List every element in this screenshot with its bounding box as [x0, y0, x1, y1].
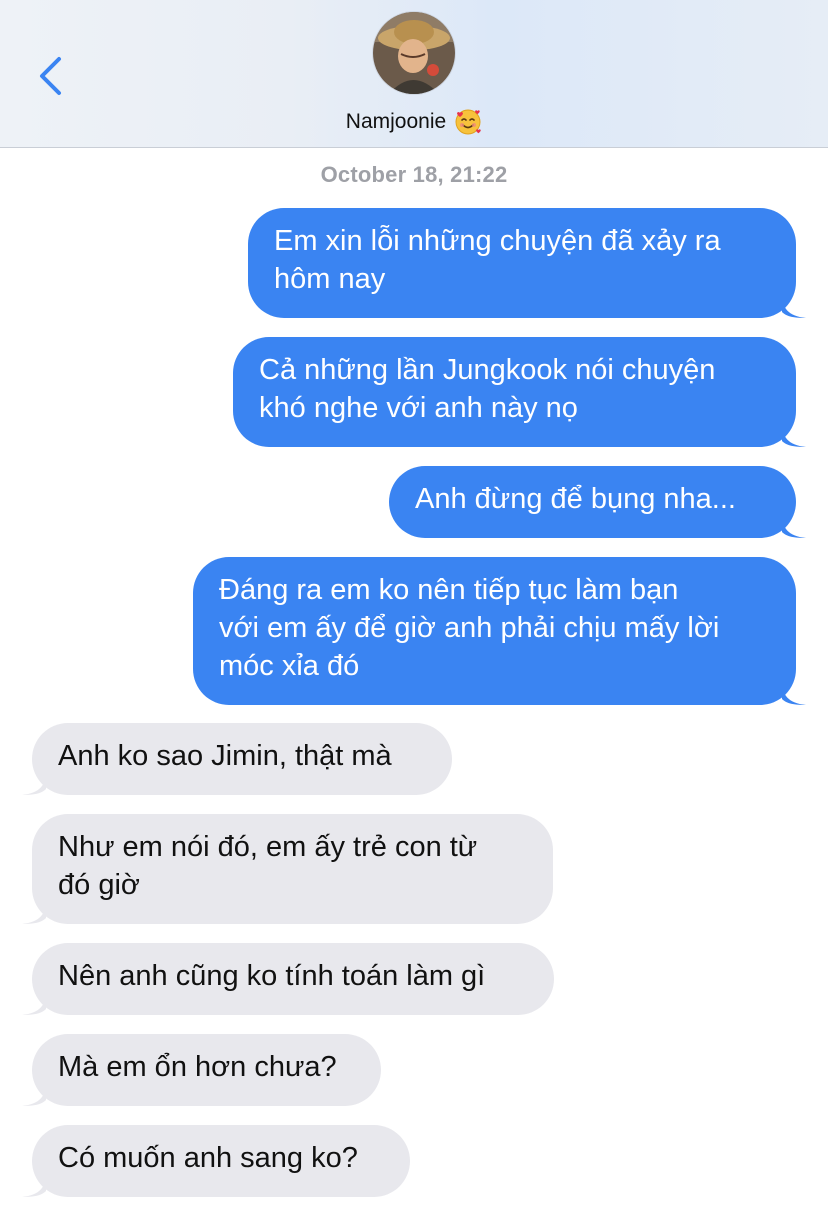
conversation-header: Namjoonie: [0, 0, 828, 148]
bubble-tail: [22, 900, 46, 924]
message-text: Như em nói đó, em ấy trẻ con từ đó giờ: [58, 831, 478, 901]
contact-name-row[interactable]: Namjoonie: [0, 108, 828, 136]
message-text: Anh đừng để bụng nha...: [415, 483, 736, 515]
outgoing-message-bubble[interactable]: Cả những lần Jungkook nói chuyện khó ngh…: [233, 337, 806, 447]
message-text: Đáng ra em ko nên tiếp tục làm bạn với e…: [219, 574, 720, 682]
contact-name: Namjoonie: [345, 110, 447, 133]
bubble-tail: [22, 1082, 46, 1106]
message-text: Em xin lỗi những chuyện đã xảy ra hôm na…: [274, 225, 721, 295]
outgoing-message-bubble[interactable]: Anh đừng để bụng nha...: [389, 466, 806, 538]
message-text: Nên anh cũng ko tính toán làm gì: [58, 960, 486, 992]
message-text: Cả những lần Jungkook nói chuyện khó ngh…: [259, 354, 716, 424]
bubble-tail: [782, 294, 806, 318]
message-text: Có muốn anh sang ko?: [58, 1142, 358, 1174]
bubble-tail: [782, 681, 806, 705]
bubble-tail: [782, 423, 806, 447]
incoming-message-bubble[interactable]: Như em nói đó, em ấy trẻ con từ đó giờ: [22, 814, 553, 924]
outgoing-message-bubble[interactable]: Đáng ra em ko nên tiếp tục làm bạn với e…: [193, 557, 806, 705]
incoming-message-bubble[interactable]: Anh ko sao Jimin, thật mà: [22, 723, 452, 795]
outgoing-message-bubble[interactable]: Em xin lỗi những chuyện đã xảy ra hôm na…: [248, 208, 806, 318]
back-button[interactable]: [22, 48, 78, 104]
bubble-tail: [782, 514, 806, 538]
message-text: Mà em ổn hơn chưa?: [58, 1051, 337, 1083]
incoming-message-bubble[interactable]: Nên anh cũng ko tính toán làm gì: [22, 943, 554, 1015]
incoming-message-bubble[interactable]: Có muốn anh sang ko?: [22, 1125, 410, 1197]
incoming-message-bubble[interactable]: Mà em ổn hơn chưa?: [22, 1034, 381, 1106]
bubble-tail: [22, 991, 46, 1015]
avatar-photo: [373, 12, 455, 94]
message-timestamp: October 18, 21:22: [320, 162, 508, 187]
smiling-face-with-hearts-icon: [455, 109, 481, 135]
message-text: Anh ko sao Jimin, thật mà: [58, 740, 392, 772]
bubble-tail: [22, 1173, 46, 1197]
chevron-left-icon: [40, 57, 61, 95]
contact-avatar[interactable]: [373, 12, 455, 94]
bubble-tail: [22, 771, 46, 795]
